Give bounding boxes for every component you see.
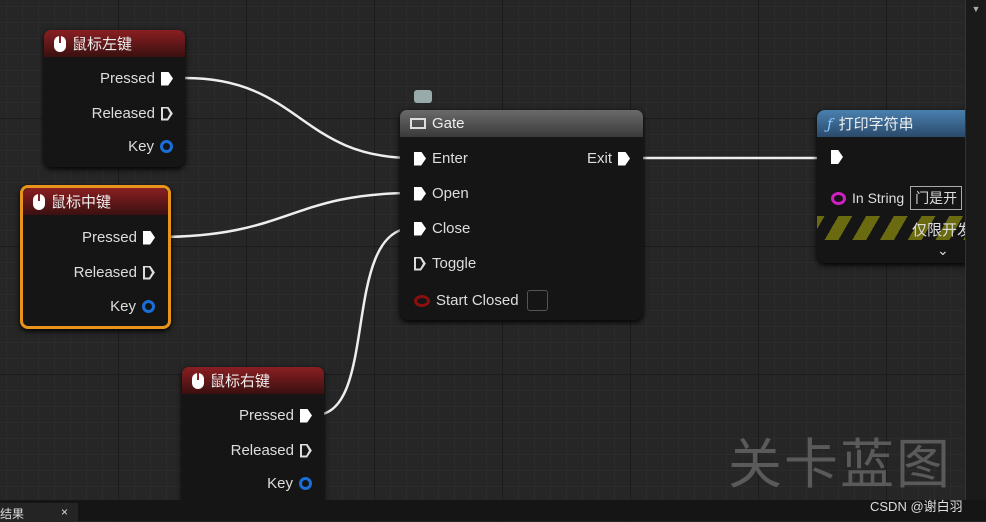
- function-icon: ƒ: [827, 114, 833, 133]
- node-left-mouse[interactable]: 鼠标左键 Pressed Released Key: [44, 30, 185, 167]
- wire-left-pressed-to-enter: [184, 76, 414, 160]
- wire-middle-pressed-to-open: [156, 191, 414, 239]
- pin-in-string[interactable]: In String 门是开: [831, 186, 963, 210]
- bottom-bar: 结果 ×: [0, 500, 986, 521]
- pin-key[interactable]: Key: [267, 475, 312, 492]
- start-closed-checkbox[interactable]: [526, 290, 548, 311]
- watermark: 关卡蓝图: [728, 435, 952, 495]
- pin-key[interactable]: Key: [110, 298, 155, 315]
- key-pin-icon: [299, 477, 312, 490]
- exec-pin-icon: [618, 151, 630, 166]
- pin-start-closed[interactable]: Start Closed: [414, 290, 548, 311]
- node-print-string[interactable]: ƒ 打印字符串 In String 门是开 仅限开发 ⌄: [817, 110, 977, 263]
- pin-key[interactable]: Key: [128, 138, 173, 155]
- tab-results[interactable]: 结果 ×: [0, 503, 78, 521]
- credit-text: CSDN @谢白羽: [870, 499, 963, 514]
- pin-pressed[interactable]: Pressed: [239, 407, 312, 424]
- mouse-icon: [54, 35, 66, 52]
- dropdown-arrow-icon[interactable]: ▼: [969, 4, 983, 14]
- node-title: 鼠标中键: [51, 194, 112, 211]
- exec-pin-icon: [300, 444, 312, 458]
- pin-pressed[interactable]: Pressed: [100, 70, 173, 87]
- close-tab-icon[interactable]: ×: [61, 505, 68, 521]
- exec-pin-icon: [143, 266, 155, 280]
- exec-pin-icon: [161, 107, 173, 121]
- pin-pressed[interactable]: Pressed: [82, 229, 155, 246]
- wire-right-pressed-to-close: [314, 226, 414, 417]
- pin-enter[interactable]: Enter: [414, 150, 468, 167]
- string-pin-icon: [831, 191, 846, 205]
- pin-exec-in[interactable]: [831, 150, 843, 164]
- pin-close[interactable]: Close: [414, 220, 470, 237]
- node-right-mouse[interactable]: 鼠标右键 Pressed Released Key: [182, 367, 324, 507]
- mouse-icon: [192, 372, 204, 389]
- key-pin-icon: [160, 140, 173, 153]
- node-title: 鼠标右键: [210, 373, 271, 390]
- pin-toggle[interactable]: Toggle: [414, 255, 476, 272]
- in-string-input[interactable]: 门是开: [910, 186, 963, 210]
- node-title: 打印字符串: [838, 116, 914, 133]
- key-pin-icon: [142, 300, 155, 313]
- exec-pin-icon: [414, 221, 426, 236]
- node-title: Gate: [432, 115, 465, 132]
- exec-pin-icon: [414, 257, 426, 271]
- pin-released[interactable]: Released: [92, 105, 173, 122]
- exec-pin-icon: [414, 151, 426, 166]
- exec-pin-icon: [161, 71, 173, 86]
- exec-pin-icon: [831, 150, 843, 164]
- comment-bubble-icon[interactable]: [414, 90, 432, 103]
- development-only-label: 仅限开发: [912, 222, 973, 239]
- node-gate[interactable]: Gate Enter Open Close Toggle Start Close…: [400, 110, 643, 320]
- node-title: 鼠标左键: [72, 36, 133, 53]
- pin-released[interactable]: Released: [231, 442, 312, 459]
- exec-pin-icon: [143, 230, 155, 245]
- exec-pin-icon: [300, 408, 312, 423]
- pin-open[interactable]: Open: [414, 185, 469, 202]
- pin-exit[interactable]: Exit: [587, 150, 630, 167]
- bool-pin-icon: [414, 294, 430, 307]
- expand-chevron-icon[interactable]: ⌄: [937, 242, 949, 259]
- node-middle-mouse[interactable]: 鼠标中键 Pressed Released Key: [20, 185, 171, 329]
- right-panel-scrollbar[interactable]: ▼: [965, 0, 986, 500]
- exec-pin-icon: [414, 186, 426, 201]
- mouse-icon: [33, 193, 45, 210]
- gate-icon: [410, 118, 426, 129]
- pin-released[interactable]: Released: [74, 264, 155, 281]
